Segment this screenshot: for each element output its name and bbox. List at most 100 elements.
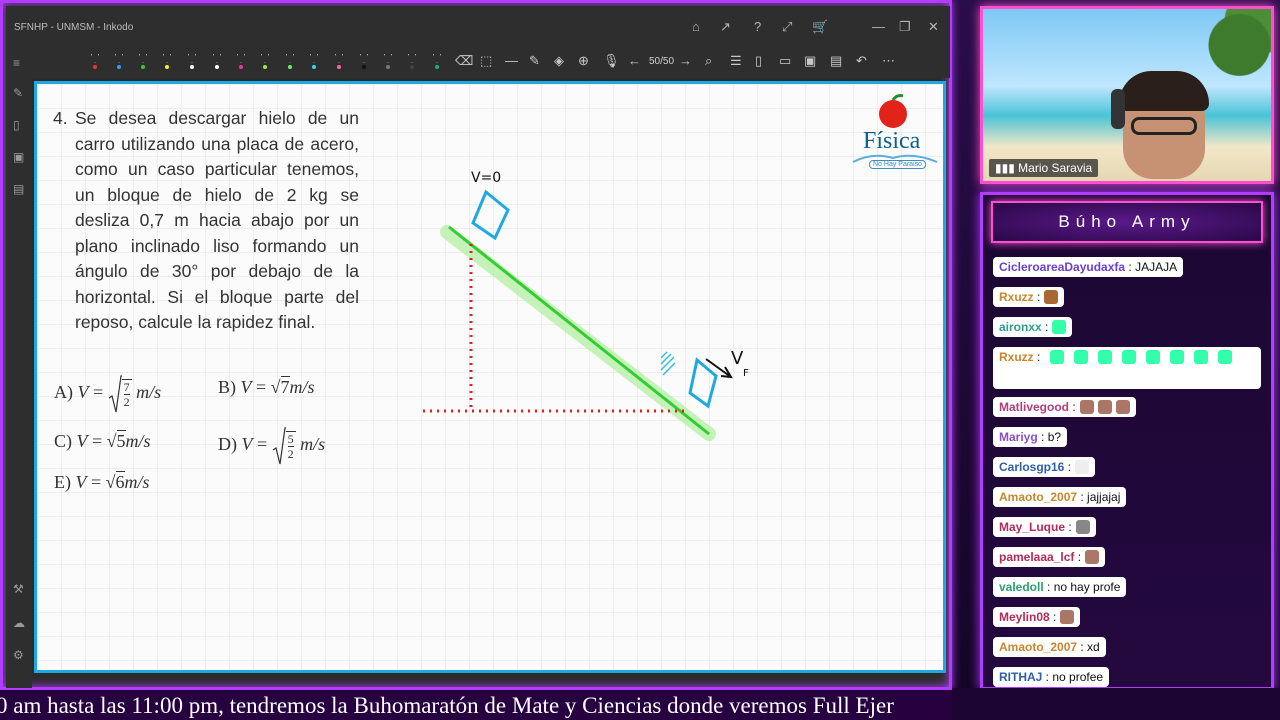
velocity-arrow: [705, 358, 733, 379]
tools-icon[interactable]: ⚒: [13, 582, 24, 596]
page-counter: 50/50: [649, 56, 675, 67]
chat-username[interactable]: aironxx: [999, 320, 1042, 334]
maximize-button[interactable]: ❐: [899, 19, 911, 35]
line-icon[interactable]: —: [505, 53, 518, 68]
chat-username[interactable]: valedoll: [999, 580, 1044, 594]
drawing-toolbar: ⌫ ⬚ — ✎ ◈ ⊕ 🎙 ← 50/50 → ⌕ ☰ ▯ ▭ ▣ ▤ ↶ ⋯: [6, 46, 950, 78]
chat-username[interactable]: Carlosgp16: [999, 460, 1064, 474]
new-page-icon[interactable]: ▯: [755, 53, 762, 69]
emote-icon: [1170, 350, 1185, 364]
chat-text: : JAJAJA: [1125, 260, 1178, 274]
document-icon[interactable]: ▤: [13, 182, 24, 196]
stream-layout: SFNHP - UNMSM - Inkodo ⌂ ↗ ? ⤢ 🛒 — ❐ ✕ ⌫…: [0, 0, 1280, 720]
cloud-icon[interactable]: ☁: [13, 616, 25, 630]
chat-username[interactable]: pamelaaa_lcf: [999, 550, 1074, 564]
chat-username[interactable]: RITHAJ: [999, 670, 1042, 684]
menu-icon[interactable]: ≡: [13, 56, 20, 70]
minimize-button[interactable]: —: [872, 19, 885, 34]
next-page-icon[interactable]: →: [679, 53, 692, 68]
cart-icon[interactable]: 🛒: [812, 19, 828, 35]
pen-yellow-icon[interactable]: [162, 54, 172, 69]
globe-icon[interactable]: ⊕: [578, 53, 589, 69]
lock-icon[interactable]: ⌂: [692, 19, 700, 34]
ticker-text: 0 am hasta las 11:00 pm, tendremos la Bu…: [0, 693, 894, 718]
chat-text: :: [1069, 400, 1076, 414]
emote-icon: [1122, 350, 1137, 364]
chat-message: valedoll : no hay profe: [993, 577, 1127, 597]
pen-magenta-icon[interactable]: [236, 54, 246, 69]
chat-username[interactable]: Matlivegood: [999, 400, 1069, 414]
block-top: [471, 189, 510, 241]
chat-username[interactable]: Rxuzz: [999, 350, 1034, 364]
chat-message: Meylin08 :: [993, 607, 1081, 627]
pen-lime-icon[interactable]: [260, 54, 270, 69]
pen-pink-icon[interactable]: [334, 54, 344, 69]
pen-blue-icon[interactable]: [114, 54, 124, 69]
fullscreen-icon[interactable]: ⤢: [782, 19, 792, 35]
emote-icon: [1218, 350, 1233, 364]
pen-teal-icon[interactable]: [432, 54, 442, 69]
chat-text: :: [1064, 460, 1072, 474]
pen-green-icon[interactable]: [138, 54, 148, 69]
share-icon[interactable]: ↗: [720, 19, 731, 35]
emote-icon: [1044, 290, 1059, 304]
emote-icon: [1079, 400, 1094, 414]
chat-username[interactable]: Meylin08: [999, 610, 1050, 624]
chat-text: :: [1041, 320, 1049, 334]
emote-icon: [1098, 350, 1113, 364]
chat-username[interactable]: CicleroareaDayudaxfa: [999, 260, 1125, 274]
chat-username[interactable]: Amaoto_2007: [999, 640, 1077, 654]
chat-message: Rxuzz :: [993, 287, 1065, 307]
pen-cyan-icon[interactable]: [309, 54, 319, 69]
clipboard-icon[interactable]: ▤: [830, 53, 842, 69]
emote-icon: [1074, 350, 1089, 364]
vf-subscript: F: [743, 368, 749, 379]
settings-icon[interactable]: ⚙: [13, 648, 24, 662]
settings-sliders-icon[interactable]: ☰: [730, 53, 742, 69]
pen-lightgreen-icon[interactable]: [285, 54, 295, 69]
open-folder-icon[interactable]: ▭: [779, 53, 791, 69]
pen-black-icon[interactable]: [359, 54, 369, 69]
more-icon[interactable]: ⋯: [882, 53, 895, 69]
chat-title: Búho Army: [991, 201, 1263, 243]
undo-icon[interactable]: ↶: [856, 53, 867, 69]
pen-white-icon[interactable]: [187, 54, 197, 69]
pen-darkgray-icon[interactable]: [407, 54, 417, 69]
emote-icon: [1194, 350, 1209, 364]
prev-page-icon[interactable]: ←: [628, 53, 641, 68]
footer-spacer: [952, 688, 1280, 720]
select-icon[interactable]: ⬚: [480, 53, 492, 69]
pen-mode-icon[interactable]: ✎: [13, 86, 23, 100]
whiteboard-canvas[interactable]: 4. Se desea descargar hielo de un carro …: [34, 81, 946, 673]
chat-text: : no profee: [1042, 670, 1104, 684]
headphones-icon: [1111, 89, 1125, 129]
mic-icon[interactable]: 🎙: [603, 53, 620, 69]
help-icon[interactable]: ?: [754, 19, 761, 34]
pen-gray-icon[interactable]: [383, 54, 393, 69]
book-icon[interactable]: ▯: [13, 118, 20, 132]
webcam-panel: ▮▮▮ Mario Saravia: [980, 6, 1274, 184]
image-icon[interactable]: ▣: [13, 150, 24, 164]
pencil-icon[interactable]: ✎: [529, 53, 540, 69]
webcam-name-tag: ▮▮▮ Mario Saravia: [989, 159, 1099, 177]
pen-red-icon[interactable]: [90, 54, 100, 69]
chat-username[interactable]: May_Luque: [999, 520, 1065, 534]
chat-message: Carlosgp16 :: [993, 457, 1096, 477]
window-title: SFNHP - UNMSM - Inkodo: [14, 22, 134, 33]
chat-message: Mariyg : b?: [993, 427, 1068, 447]
chat-message: CicleroareaDayudaxfa : JAJAJA: [993, 257, 1184, 277]
eraser-icon[interactable]: ⌫: [455, 53, 473, 69]
pen-white2-icon[interactable]: [212, 54, 222, 69]
chat-username[interactable]: Amaoto_2007: [999, 490, 1077, 504]
chat-username[interactable]: Mariyg: [999, 430, 1038, 444]
emote-icon: [1075, 460, 1090, 474]
save-icon[interactable]: ▣: [804, 53, 816, 69]
chat-text: :: [1074, 550, 1082, 564]
chat-username[interactable]: Rxuzz: [999, 290, 1034, 304]
vf-label: V: [731, 348, 744, 369]
close-button[interactable]: ✕: [928, 19, 939, 35]
chat-message: Amaoto_2007 : jajjajaj: [993, 487, 1127, 507]
chat-text: : xd: [1077, 640, 1100, 654]
shapes-icon[interactable]: ◈: [554, 53, 564, 69]
zoom-icon[interactable]: ⌕: [705, 53, 712, 69]
